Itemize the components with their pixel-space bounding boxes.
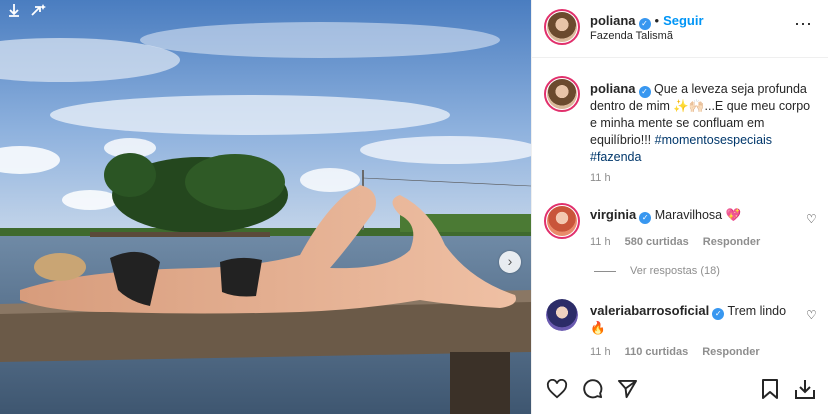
comment-bubble-icon[interactable] bbox=[582, 378, 603, 399]
comment-time: 11 h bbox=[590, 346, 611, 358]
photo-top-icons bbox=[6, 3, 46, 19]
like-comment-icon[interactable]: ♡ bbox=[806, 308, 817, 322]
post-location[interactable]: Fazenda Talismã bbox=[590, 30, 673, 42]
verified-badge-icon: ✓ bbox=[639, 212, 652, 224]
comment-body: valeriabarrosoficial ✓ Trem lindo 🔥 bbox=[590, 302, 790, 337]
commenter-avatar[interactable] bbox=[544, 203, 580, 239]
verified-badge-icon: ✓ bbox=[638, 18, 651, 30]
follow-button[interactable]: Seguir bbox=[663, 13, 703, 28]
caption-time: 11 h bbox=[590, 172, 611, 184]
separator-dot: • bbox=[654, 13, 660, 28]
sparkle-arrow-icon[interactable] bbox=[30, 3, 46, 19]
comment-likes[interactable]: 580 curtidas bbox=[625, 236, 689, 248]
like-heart-icon[interactable] bbox=[546, 378, 568, 399]
author-line: poliana ✓ • Seguir bbox=[590, 12, 704, 30]
caption-author-avatar[interactable] bbox=[544, 76, 580, 112]
caption-username[interactable]: poliana bbox=[590, 81, 636, 96]
reply-button[interactable]: Responder bbox=[703, 236, 760, 248]
like-comment-icon[interactable]: ♡ bbox=[806, 212, 817, 226]
save-bookmark-icon[interactable] bbox=[761, 379, 779, 404]
next-photo-button[interactable]: › bbox=[499, 251, 521, 273]
verified-badge-icon: ✓ bbox=[712, 308, 725, 320]
comment-time: 11 h bbox=[590, 236, 611, 248]
post-caption: poliana ✓ Que a leveza seja profunda dent… bbox=[590, 80, 820, 166]
verified-badge-icon: ✓ bbox=[638, 86, 651, 98]
share-send-icon[interactable] bbox=[617, 379, 638, 399]
comment-text: Maravilhosa 💖 bbox=[654, 208, 742, 222]
author-username[interactable]: poliana bbox=[590, 13, 636, 28]
replies-divider bbox=[594, 270, 616, 272]
author-avatar[interactable] bbox=[544, 9, 580, 45]
comment-likes[interactable]: 110 curtidas bbox=[625, 346, 689, 358]
comment-meta: 11 h 110 curtidas Responder bbox=[590, 346, 760, 358]
more-options-icon[interactable]: ⋯ bbox=[794, 14, 813, 35]
view-replies-label: Ver respostas (18) bbox=[630, 265, 720, 277]
commenter-avatar[interactable] bbox=[546, 299, 578, 331]
comment-body: virginia ✓ Maravilhosa 💖 bbox=[590, 207, 741, 224]
post-header: poliana ✓ • Seguir Fazenda Talismã ⋯ bbox=[532, 0, 828, 58]
commenter-username[interactable]: valeriabarrosoficial bbox=[590, 303, 709, 318]
post-actions bbox=[546, 378, 638, 399]
comment-meta: 11 h 580 curtidas Responder bbox=[590, 236, 760, 248]
hashtag-link[interactable]: #momentosespeciais bbox=[655, 133, 772, 147]
photo-scene bbox=[0, 0, 531, 414]
reply-button[interactable]: Responder bbox=[702, 346, 759, 358]
download-arrow-icon[interactable] bbox=[6, 3, 22, 19]
chevron-right-icon: › bbox=[507, 253, 513, 269]
hashtag-link[interactable]: #fazenda bbox=[590, 150, 641, 164]
view-replies-button[interactable]: Ver respostas (18) bbox=[594, 265, 720, 277]
download-tray-icon[interactable] bbox=[794, 378, 816, 405]
post-side-panel: poliana ✓ • Seguir Fazenda Talismã ⋯ polian… bbox=[531, 0, 828, 414]
commenter-username[interactable]: virginia bbox=[590, 207, 636, 222]
post-photo: › bbox=[0, 0, 531, 414]
